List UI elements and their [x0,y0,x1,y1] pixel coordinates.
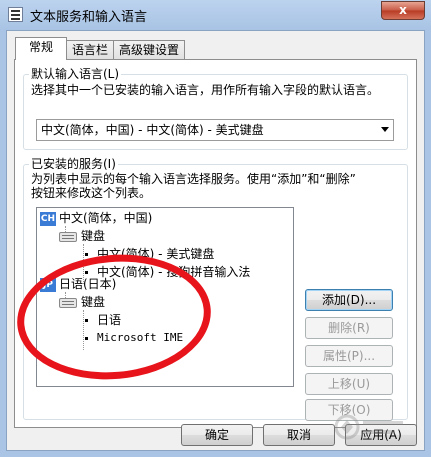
tree-item-label: 日语 [97,313,122,327]
language-badge-icon: JP [40,277,56,292]
tab-general[interactable]: 常规 [15,37,67,60]
default-input-selected-value: 中文(简体，中国) - 中文(简体) - 美式键盘 [41,123,264,137]
tab-advanced-key-settings[interactable]: 高级键设置 [113,40,185,60]
keyboard-icon [59,231,77,242]
tree-node-label: 键盘 [81,229,106,243]
tree-node-japanese-keyboard[interactable]: 键盘 [59,294,105,310]
cancel-button[interactable]: 取消 [263,424,335,446]
language-badge-icon: CH [40,211,56,226]
app-icon [8,7,23,22]
ok-button[interactable]: 确定 [181,424,253,446]
tree-node-label: 日语(日本) [59,277,117,291]
tree-node-japanese[interactable]: JP 日语(日本) [40,276,116,292]
tree-node-chinese[interactable]: CH 中文(简体，中国) [40,210,152,226]
installed-services-tree[interactable]: CH 中文(简体，中国) 键盘 中文(简体) - 美式键盘 中文(简体) - 搜狗… [36,207,294,387]
bullet-icon [85,253,88,256]
installed-services-description-line1: 为列表中显示的每个输入语言选择服务。使用“添加”和“删除” [31,172,356,186]
tree-item-japanese[interactable]: 日语 [85,312,121,328]
bullet-icon [85,336,88,340]
add-button[interactable]: 添加(D)... [305,289,393,311]
watermark-logo-icon [334,414,403,440]
general-tab-panel: 默认输入语言(L) 选择其中一个已安装的输入语言，用作所有输入字段的默认语言。 … [14,59,417,428]
default-input-description: 选择其中一个已安装的输入语言，用作所有输入字段的默认语言。 [31,83,380,97]
close-button[interactable]: x [381,1,425,20]
bullet-icon [85,319,88,322]
default-input-select[interactable]: 中文(简体，中国) - 中文(简体) - 美式键盘 [36,119,394,141]
remove-button[interactable]: 删除(R) [305,317,393,339]
tree-item-us-keyboard[interactable]: 中文(简体) - 美式键盘 [85,246,214,262]
dialog-body: 常规 语言栏 高级键设置 默认输入语言(L) 选择其中一个已安装的输入语言，用作… [6,30,425,451]
tree-node-chinese-keyboard[interactable]: 键盘 [59,228,105,244]
installed-services-group-title: 已安装的服务(I) [29,157,118,171]
installed-services-description-line2: 按钮来修改这个列表。 [31,186,152,200]
tree-node-label: 中文(简体，中国) [59,211,153,225]
keyboard-icon [59,297,77,308]
tree-item-microsoft-ime[interactable]: Microsoft IME [85,330,183,346]
tree-node-label: 键盘 [81,295,106,309]
bullet-icon [85,271,88,274]
move-up-button[interactable]: 上移(U) [305,373,393,395]
properties-button[interactable]: 属性(P)... [305,345,393,367]
tree-item-label: Microsoft IME [97,331,184,344]
tree-item-label: 中文(简体) - 搜狗拼音输入法 [97,265,251,279]
title-bar: 文本服务和输入语言 x [0,0,431,30]
tab-language-bar[interactable]: 语言栏 [66,40,114,60]
window-title: 文本服务和输入语言 [30,10,148,25]
chevron-down-icon[interactable] [381,127,389,132]
default-input-group-title: 默认输入语言(L) [29,67,122,81]
tree-item-label: 中文(简体) - 美式键盘 [97,247,215,261]
